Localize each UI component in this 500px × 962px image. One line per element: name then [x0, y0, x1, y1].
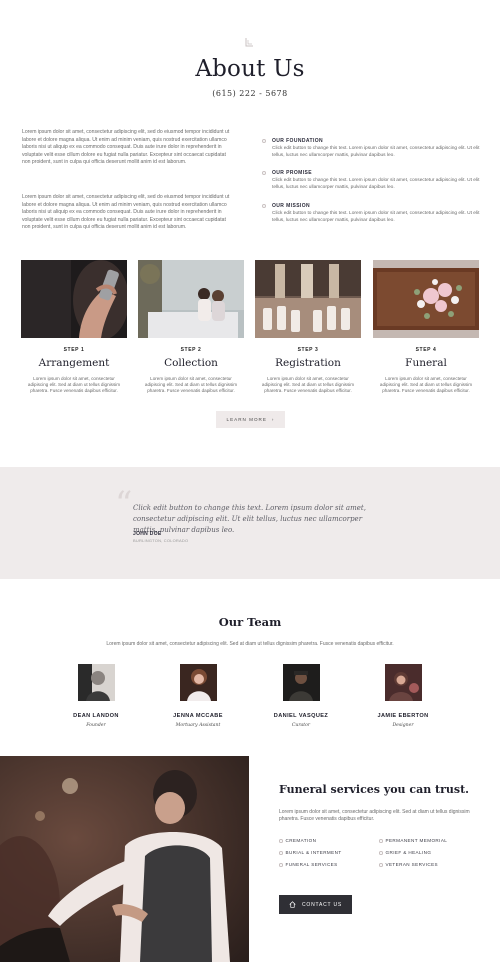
step-photo — [138, 260, 244, 338]
team-member: JAMIE EBERTON Designer — [358, 664, 448, 728]
service-item: PERMANENT MEMORIAL — [379, 838, 447, 843]
quote-icon: “ — [115, 484, 133, 524]
step-photo — [255, 260, 361, 338]
service-item: VETERAN SERVICES — [379, 862, 438, 867]
step-label: STEP 3 — [297, 347, 319, 353]
avatar — [77, 664, 115, 701]
step-label: STEP 1 — [63, 347, 85, 353]
member-role: Designer — [392, 723, 414, 728]
step-photo — [21, 260, 127, 338]
lily-logo-icon — [245, 38, 253, 47]
feature-text: Click edit button to change this text. L… — [272, 178, 480, 190]
services-description: Lorem ipsum dolor sit amet, consectetur … — [279, 809, 470, 823]
member-name: JENNA MCCABE — [173, 713, 223, 719]
feature-title: OUR MISSION — [272, 203, 311, 209]
circle-bullet-icon — [379, 863, 383, 867]
circle-bullet-icon — [262, 204, 266, 208]
page-title: About Us — [195, 56, 305, 82]
team-member: DEAN LANDON Founder — [51, 664, 141, 728]
feature-text: Click edit button to change this text. L… — [272, 211, 480, 223]
testimonial-author: JOHN DOE — [133, 531, 162, 537]
step-name: Registration — [275, 357, 341, 369]
intro-paragraph: Lorem ipsum dolor sit amet, consectetur … — [22, 194, 230, 231]
step-name: Arrangement — [38, 357, 110, 369]
feature-title: OUR FOUNDATION — [272, 138, 324, 144]
arrow-right-icon: › — [271, 417, 275, 422]
contact-us-button[interactable]: CONTACT US — [279, 895, 352, 914]
member-name: DANIEL VASQUEZ — [273, 713, 329, 719]
testimonial-quote: Click edit button to change this text. L… — [133, 504, 366, 534]
step-text: Lorem ipsum dolor sit amet, consectetur … — [144, 376, 238, 394]
team-description: Lorem ipsum dolor sit amet, consectetur … — [106, 641, 394, 647]
team-member: JENNA MCCABE Mortuary Assistant — [153, 664, 243, 728]
step-photo — [373, 260, 479, 338]
service-item: BURIAL & INTERMENT — [279, 850, 342, 855]
service-item: CREMATION — [279, 838, 316, 843]
service-item: FUNERAL SERVICES — [279, 862, 338, 867]
home-icon — [289, 901, 296, 908]
step-text: Lorem ipsum dolor sit amet, consectetur … — [261, 376, 355, 394]
step-funeral: STEP 4 Funeral Lorem ipsum dolor sit ame… — [373, 260, 479, 393]
step-collection: STEP 2 Collection Lorem ipsum dolor sit … — [138, 260, 244, 393]
intro-paragraph: Lorem ipsum dolor sit amet, consectetur … — [22, 129, 230, 166]
phone-number[interactable]: (615) 222 - 5678 — [0, 89, 500, 98]
step-label: STEP 2 — [180, 347, 202, 353]
step-registration: STEP 3 Registration Lorem ipsum dolor si… — [255, 260, 361, 393]
member-role: Founder — [86, 723, 106, 728]
feature-text: Click edit button to change this text. L… — [272, 146, 480, 158]
feature-title: OUR PROMISE — [272, 170, 312, 176]
member-name: DEAN LANDON — [73, 713, 119, 719]
circle-bullet-icon — [279, 839, 283, 843]
member-name: JAMIE EBERTON — [377, 713, 429, 719]
circle-bullet-icon — [379, 851, 383, 855]
testimonial-section: “ Click edit button to change this text.… — [0, 467, 500, 579]
step-arrangement: STEP 1 Arrangement Lorem ipsum dolor sit… — [21, 260, 127, 393]
hero-photo — [0, 756, 249, 962]
step-text: Lorem ipsum dolor sit amet, consectetur … — [379, 376, 473, 394]
team-member: DANIEL VASQUEZ Curator — [256, 664, 346, 728]
team-title: Our Team — [218, 615, 282, 629]
learn-more-button[interactable]: LEARN MORE › — [216, 411, 285, 428]
circle-bullet-icon — [279, 851, 283, 855]
step-name: Funeral — [405, 357, 447, 369]
step-label: STEP 4 — [415, 347, 437, 353]
contact-us-label: CONTACT US — [301, 901, 343, 908]
learn-more-label: LEARN MORE — [226, 417, 267, 422]
avatar — [384, 664, 422, 701]
avatar — [179, 664, 217, 701]
circle-bullet-icon — [379, 839, 383, 843]
testimonial-location: BURLINGTON, COLORADO — [133, 538, 189, 543]
circle-bullet-icon — [262, 139, 266, 143]
service-item: GRIEF & HEALING — [379, 850, 431, 855]
circle-bullet-icon — [279, 863, 283, 867]
member-role: Curator — [291, 723, 311, 728]
step-text: Lorem ipsum dolor sit amet, consectetur … — [27, 376, 121, 394]
circle-bullet-icon — [262, 171, 266, 175]
avatar — [282, 664, 320, 701]
services-title: Funeral services you can trust. — [279, 783, 470, 796]
member-role: Mortuary Assistant — [175, 723, 221, 728]
step-name: Collection — [164, 357, 218, 369]
